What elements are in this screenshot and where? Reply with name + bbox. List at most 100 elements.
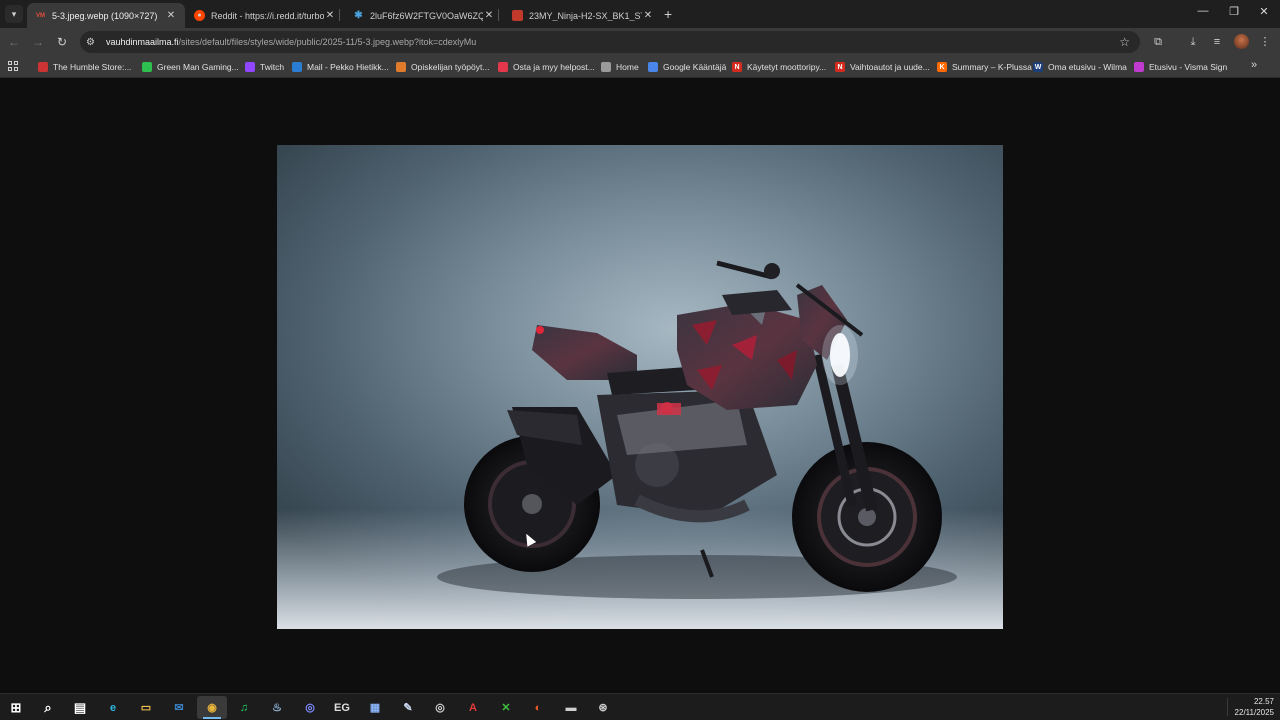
orange-app-glyph: ◐: [534, 701, 542, 714]
app-ring-icon[interactable]: ◎: [425, 696, 455, 719]
student-icon: [396, 62, 406, 72]
bookmark-item[interactable]: The Humble Store:...: [38, 60, 131, 74]
bookmark-item[interactable]: K Summary – K-Plussa: [937, 60, 1032, 74]
terminal-icon[interactable]: ▬: [556, 696, 586, 719]
nettiauto-icon: N: [835, 62, 845, 72]
steering-wheel-icon[interactable]: ⊛: [588, 696, 618, 719]
bookmark-item[interactable]: N Vaihtoautot ja uude...: [835, 60, 930, 74]
menu-kebab-icon[interactable]: ⋮: [1257, 34, 1273, 50]
close-icon[interactable]: ✕: [483, 10, 495, 21]
bookmark-item[interactable]: Osta ja myy helpost...: [498, 60, 595, 74]
tab-image[interactable]: ✱ 2luF6fz6W2FTGV0OaW6ZQFoF ✕: [345, 3, 503, 28]
tab-divider: [498, 9, 499, 21]
discord-icon[interactable]: ◎: [295, 696, 325, 719]
notepad-glyph: ▦: [369, 702, 381, 714]
vm-favicon-icon: VM: [36, 12, 45, 19]
address-bar[interactable]: ⚙ vauhdinmaailma.fi/sites/default/files/…: [80, 31, 1140, 53]
motorcycle-photo[interactable]: [277, 145, 1003, 629]
bookmark-item[interactable]: Home: [601, 60, 639, 74]
bookmark-label: Google Kääntäjä: [663, 62, 727, 72]
greenman-icon: [142, 62, 152, 72]
tab-divider: [339, 9, 340, 21]
bookmark-label: Green Man Gaming...: [157, 62, 239, 72]
reading-list-icon[interactable]: ≡: [1209, 34, 1225, 50]
steering-wheel-glyph: ⊛: [598, 702, 608, 714]
orange-app-icon[interactable]: ◐: [523, 696, 553, 719]
search-glyph: ⌕: [44, 699, 52, 715]
extensions-icon[interactable]: ⧉: [1150, 34, 1166, 50]
close-icon[interactable]: ✕: [642, 10, 654, 21]
spotify-icon[interactable]: ♫: [229, 696, 259, 719]
chrome-icon[interactable]: ◉: [197, 696, 227, 719]
bookmark-item[interactable]: W Oma etusivu - Wilma: [1033, 60, 1127, 74]
site-info-icon[interactable]: ⚙: [86, 37, 100, 48]
bookmark-label: The Humble Store:...: [53, 62, 132, 72]
steam-icon[interactable]: ♨: [262, 696, 292, 719]
profile-avatar[interactable]: [1234, 34, 1249, 49]
bookmark-label: Etusivu - Visma Sign: [1149, 62, 1228, 72]
mail-app-glyph: ✉: [174, 702, 184, 714]
file-explorer-icon[interactable]: ▭: [131, 696, 161, 719]
amd-glyph: A: [469, 701, 477, 714]
close-icon[interactable]: ✕: [165, 10, 177, 21]
back-button[interactable]: ←: [6, 34, 22, 50]
forward-button[interactable]: →: [30, 34, 46, 50]
restore-icon[interactable]: ❐: [1224, 5, 1244, 18]
bookmark-label: Summary – K-Plussa: [952, 62, 1032, 72]
edge-icon[interactable]: e: [98, 696, 128, 719]
close-icon[interactable]: ✕: [324, 10, 336, 21]
bookmark-label: Twitch: [260, 62, 285, 72]
start-glyph: ⊞: [10, 699, 22, 715]
amd-icon[interactable]: A: [458, 696, 488, 719]
pinwheel-favicon-icon: ✱: [354, 10, 363, 21]
spotify-glyph: ♫: [239, 701, 249, 714]
bookmark-item[interactable]: Green Man Gaming...: [142, 60, 239, 74]
epic-games-icon[interactable]: EG: [327, 696, 357, 719]
download-icon[interactable]: ⤓: [1185, 34, 1201, 50]
reddit-favicon-icon: ●: [194, 10, 205, 21]
nettimoto-icon: N: [732, 62, 742, 72]
tab-search-button[interactable]: ▾: [5, 5, 23, 23]
red-square-favicon-icon: [512, 10, 523, 21]
paint-glyph: ✎: [403, 702, 413, 714]
bookmark-star-icon[interactable]: ☆: [1119, 35, 1130, 49]
url-path: /sites/default/files/styles/wide/public/…: [178, 37, 477, 47]
bookmark-item[interactable]: Etusivu - Visma Sign: [1134, 60, 1227, 74]
bookmark-item[interactable]: Google Kääntäjä: [648, 60, 726, 74]
bookmark-label: Mail - Pekko Hietikk...: [307, 62, 389, 72]
tab-reddit[interactable]: ● Reddit - https://i.redd.it/turbo-i ✕: [186, 3, 344, 28]
bookmark-item[interactable]: Mail - Pekko Hietikk...: [292, 60, 389, 74]
new-tab-button[interactable]: +: [664, 6, 672, 22]
start-icon[interactable]: ⊞: [1, 696, 31, 719]
discord-glyph: ◎: [305, 702, 315, 714]
minimize-icon[interactable]: —: [1193, 5, 1213, 17]
notepad-icon[interactable]: ▦: [360, 696, 390, 719]
bookmark-label: Opiskelijan työpöyt...: [411, 62, 490, 72]
search-icon[interactable]: ⌕: [33, 696, 63, 719]
task-view-icon[interactable]: ▤: [65, 696, 95, 719]
reload-button[interactable]: ↻: [54, 34, 70, 50]
mail-app-icon[interactable]: ✉: [164, 696, 194, 719]
steam-glyph: ♨: [272, 702, 282, 714]
bookmark-item[interactable]: N Käytetyt moottoripy...: [732, 60, 826, 74]
bookmark-item[interactable]: Twitch: [245, 60, 284, 74]
apps-grid-icon[interactable]: [8, 61, 18, 71]
terminal-glyph: ▬: [565, 701, 577, 714]
close-window-icon[interactable]: ✕: [1254, 5, 1274, 18]
motorcycle-illustration: [437, 260, 957, 599]
bookmarks-bar: The Humble Store:... Green Man Gaming... T…: [0, 56, 1280, 78]
bookmark-label: Osta ja myy helpost...: [513, 62, 595, 72]
bookmark-item[interactable]: Opiskelijan työpöyt...: [396, 60, 489, 74]
more-bookmarks-icon[interactable]: »: [1251, 59, 1257, 71]
tab-title: Reddit - https://i.redd.it/turbo-i: [211, 10, 324, 21]
tori-icon: [498, 62, 508, 72]
tab-strip: ▾ VM 5-3.jpeg.webp (1090×727) ✕ ● Reddit…: [0, 0, 1280, 28]
system-clock[interactable]: 22.57 22/11/2025: [1235, 696, 1274, 718]
paint-icon[interactable]: ✎: [393, 696, 423, 719]
tab-ninja[interactable]: 23MY_Ninja-H2-SX_BK1_STU-1 ✕: [504, 3, 662, 28]
xbox-glyph: ✕: [501, 702, 511, 714]
url-domain: vauhdinmaailma.fi: [106, 37, 179, 47]
tab-active[interactable]: VM 5-3.jpeg.webp (1090×727) ✕: [27, 3, 185, 28]
bookmark-label: Home: [616, 62, 639, 72]
xbox-icon[interactable]: ✕: [491, 696, 521, 719]
